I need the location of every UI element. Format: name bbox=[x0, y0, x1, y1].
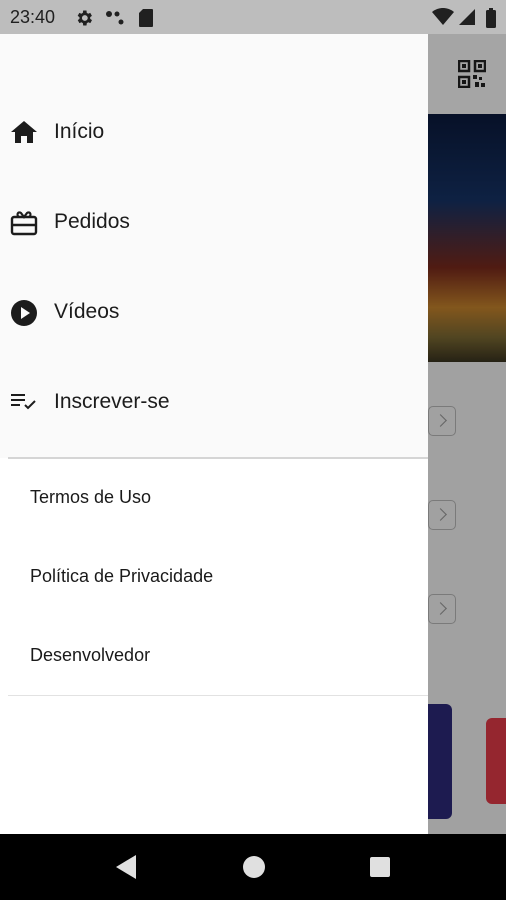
battery-icon bbox=[486, 8, 496, 28]
drawer-item-label: Inscrever-se bbox=[54, 390, 170, 413]
recents-icon[interactable] bbox=[368, 854, 392, 880]
home-circle-icon[interactable] bbox=[242, 854, 266, 880]
link-label: Desenvolvedor bbox=[30, 645, 151, 665]
drawer-item-videos[interactable]: Vídeos bbox=[0, 283, 428, 343]
drawer-item-inicio[interactable]: Início bbox=[0, 103, 428, 163]
divider bbox=[8, 695, 428, 696]
drawer-item-pedidos[interactable]: Pedidos bbox=[0, 193, 428, 253]
drawer-item-inscrever-se[interactable]: Inscrever-se bbox=[0, 373, 428, 433]
link-termos-de-uso[interactable]: Termos de Uso bbox=[0, 475, 428, 521]
playlist-check-icon bbox=[11, 394, 36, 410]
link-label: Termos de Uso bbox=[30, 487, 152, 507]
signal-icon bbox=[459, 9, 475, 25]
wifi-icon bbox=[432, 8, 454, 25]
sd-card-icon bbox=[139, 9, 153, 27]
home-icon bbox=[11, 121, 37, 143]
navigation-drawer: Início Pedidos Vídeos Inscrever-se Termo… bbox=[0, 34, 428, 834]
back-icon[interactable] bbox=[114, 854, 138, 880]
play-circle-icon bbox=[11, 300, 37, 326]
status-bar: 23:40 bbox=[0, 0, 506, 34]
status-time: 23:40 bbox=[10, 7, 56, 27]
system-navigation-bar bbox=[0, 834, 506, 900]
settings-icon bbox=[77, 10, 92, 26]
link-politica-de-privacidade[interactable]: Política de Privacidade bbox=[0, 554, 428, 600]
drawer-item-label: Pedidos bbox=[54, 210, 130, 233]
link-label: Política de Privacidade bbox=[30, 566, 214, 586]
gift-card-icon bbox=[10, 211, 38, 236]
link-desenvolvedor[interactable]: Desenvolvedor bbox=[0, 633, 428, 679]
drawer-item-label: Início bbox=[54, 120, 105, 143]
drawer-item-label: Vídeos bbox=[54, 300, 120, 323]
dots-icon bbox=[106, 11, 124, 25]
divider bbox=[8, 457, 428, 459]
